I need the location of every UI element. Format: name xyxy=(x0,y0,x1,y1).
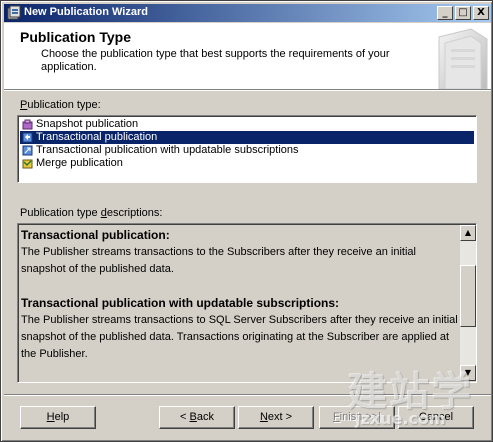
publication-banner-icon xyxy=(438,28,488,89)
merge-publication-icon xyxy=(22,159,33,169)
scroll-up-arrow-icon[interactable]: ▲ xyxy=(460,225,476,241)
description-body-transactional: The Publisher streams transactions to th… xyxy=(21,246,416,275)
list-item-transactional-updatable[interactable]: Transactional publication with updatable… xyxy=(20,144,474,157)
scroll-down-arrow-icon[interactable]: ▼ xyxy=(460,365,476,381)
list-item-label: Transactional publication with updatable… xyxy=(36,144,299,156)
description-content: Transactional publication: The Publisher… xyxy=(21,227,459,363)
finish-button[interactable]: Finish >>| xyxy=(319,406,395,429)
list-item-merge[interactable]: Merge publication xyxy=(20,157,474,170)
description-body-updatable: The Publisher streams transactions to SQ… xyxy=(21,314,458,360)
list-item-label: Snapshot publication xyxy=(36,118,139,130)
descriptions-label: Publication type descriptions: xyxy=(20,207,163,219)
maximize-button[interactable]: □ xyxy=(455,6,471,20)
scroll-thumb[interactable] xyxy=(460,265,476,327)
close-button[interactable]: X xyxy=(473,6,489,20)
help-button[interactable]: Help xyxy=(20,406,96,429)
list-item-label: Merge publication xyxy=(36,157,123,169)
cancel-button[interactable]: Cancel xyxy=(398,406,474,429)
publication-type-list[interactable]: Snapshot publication Transactional publi… xyxy=(17,115,477,183)
minimize-button[interactable]: _ xyxy=(437,6,453,20)
updatable-publication-icon xyxy=(22,145,33,156)
back-button[interactable]: < Back xyxy=(159,406,235,429)
description-heading-updatable: Transactional publication with updatable… xyxy=(21,296,340,310)
page-description: Choose the publication type that best su… xyxy=(41,48,390,73)
title-bar[interactable]: New Publication Wizard _ □ X xyxy=(4,4,491,22)
snapshot-publication-icon xyxy=(22,119,33,130)
description-scrollbar[interactable]: ▲ ▼ xyxy=(460,225,476,381)
list-item-label: Transactional publication xyxy=(36,131,158,143)
publication-type-label: Publication type: xyxy=(20,99,101,111)
window-title: New Publication Wizard xyxy=(24,6,148,18)
transactional-publication-icon xyxy=(22,132,33,143)
wizard-window: New Publication Wizard _ □ X Publication… xyxy=(0,0,493,442)
wizard-header: Publication Type Choose the publication … xyxy=(4,23,491,90)
footer-separator xyxy=(4,394,491,396)
list-item-transactional[interactable]: Transactional publication xyxy=(20,131,474,144)
app-icon xyxy=(7,5,21,20)
publication-description-box[interactable]: Transactional publication: The Publisher… xyxy=(17,223,477,383)
next-button[interactable]: Next > xyxy=(238,406,314,429)
page-title: Publication Type xyxy=(20,29,131,45)
list-item-snapshot[interactable]: Snapshot publication xyxy=(20,118,474,131)
description-heading-transactional: Transactional publication: xyxy=(21,228,170,242)
